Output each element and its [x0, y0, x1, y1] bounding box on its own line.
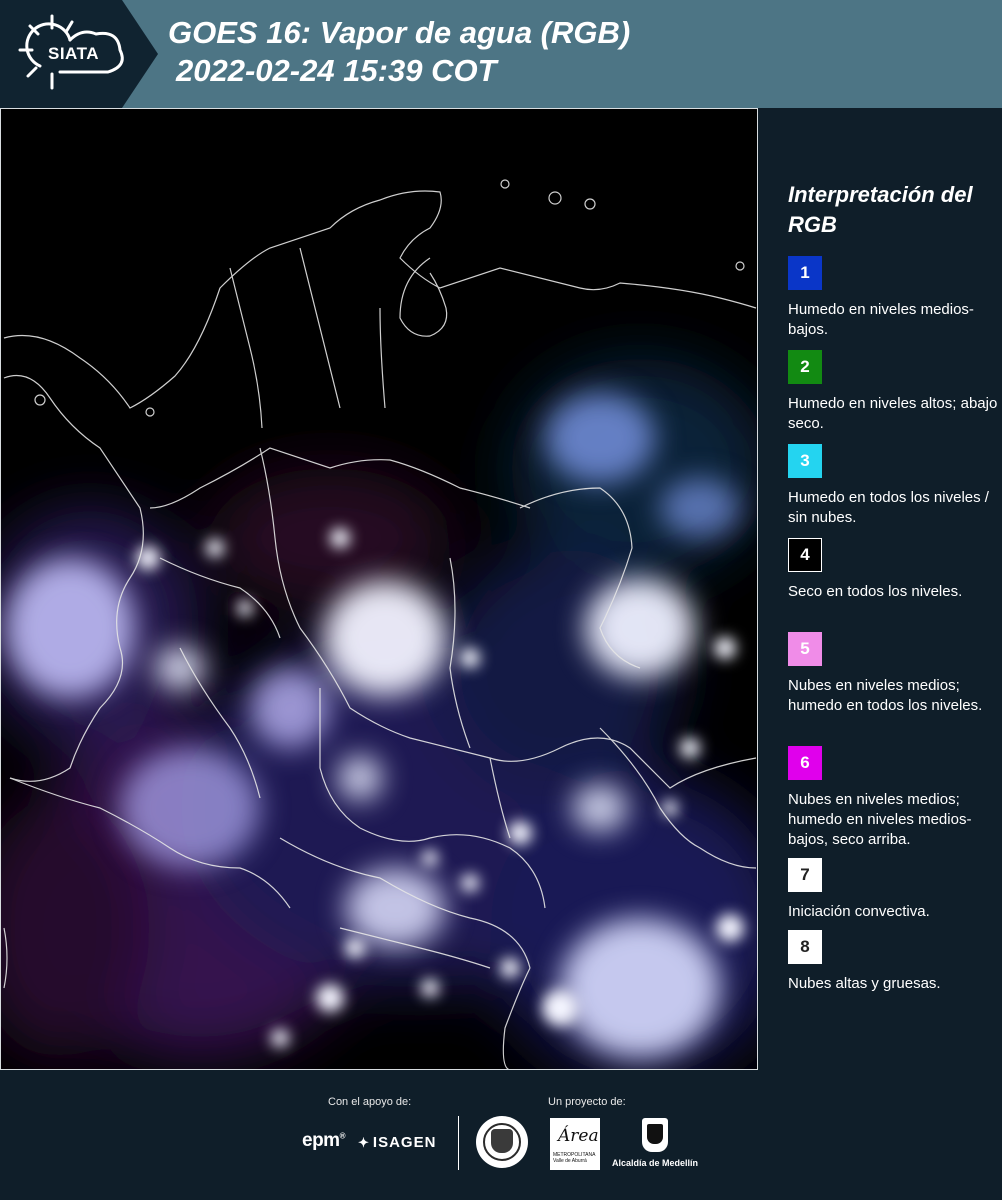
legend-description-1: Humedo en niveles medios-bajos.: [788, 301, 974, 338]
legend-description-6: Nubes en niveles medios; humedo en nivel…: [788, 791, 972, 848]
footer: Con el apoyo de: Un proyecto de: epm® ✦ I…: [0, 1070, 1002, 1200]
footer-divider: [458, 1116, 459, 1170]
header: SIATA GOES 16: Vapor de agua (RGB) 2022-…: [0, 0, 1002, 108]
area-metropolitana-logo: Área METROPOLITANA Valle de Aburrá: [550, 1118, 600, 1170]
legend-item-8: 8 Nubes altas y gruesas.: [788, 930, 998, 994]
medellin-seal-logo: [476, 1116, 528, 1168]
legend-item-5: 5 Nubes en niveles medios; humedo en tod…: [788, 632, 998, 716]
legend-description-8: Nubes altas y gruesas.: [788, 975, 941, 992]
epm-logo: epm®: [302, 1130, 346, 1151]
siata-logo-text: SIATA: [48, 44, 99, 63]
legend-description-5: Nubes en niveles medios; humedo en todos…: [788, 677, 983, 714]
legend-description-3: Humedo en todos los niveles / sin nubes.: [788, 489, 989, 526]
isagen-mark-icon: ✦: [358, 1135, 370, 1150]
legend-item-6: 6 Nubes en niveles medios; humedo en niv…: [788, 746, 998, 850]
page-title: GOES 16: Vapor de agua (RGB): [168, 15, 631, 50]
legend-description-4: Seco en todos los niveles.: [788, 583, 963, 600]
legend-swatch-3: 3: [788, 444, 822, 478]
alcaldia-logo-text: Alcaldía de Medellín: [612, 1158, 699, 1168]
legend-swatch-7: 7: [788, 858, 822, 892]
rgb-legend: Interpretación del RGB 1 Humedo en nivel…: [760, 108, 1002, 1070]
legend-description-7: Iniciación convectiva.: [788, 903, 930, 920]
legend-title: Interpretación del RGB: [788, 182, 973, 237]
siata-sun-logo: SIATA: [0, 0, 160, 108]
legend-item-3: 3 Humedo en todos los niveles / sin nube…: [788, 444, 998, 528]
legend-description-2: Humedo en niveles altos; abajo seco.: [788, 395, 998, 432]
legend-item-4: 4 Seco en todos los niveles.: [788, 538, 998, 602]
support-label: Con el apoyo de:: [328, 1096, 412, 1108]
legend-swatch-4: 4: [788, 538, 822, 572]
legend-swatch-1: 1: [788, 256, 822, 290]
legend-swatch-2: 2: [788, 350, 822, 384]
project-label: Un proyecto de:: [548, 1096, 626, 1108]
satellite-image: [0, 108, 758, 1070]
legend-swatch-6: 6: [788, 746, 822, 780]
legend-swatch-5: 5: [788, 632, 822, 666]
page-timestamp: 2022-02-24 15:39 COT: [176, 53, 497, 88]
legend-swatch-8: 8: [788, 930, 822, 964]
legend-item-1: 1 Humedo en niveles medios-bajos.: [788, 256, 998, 340]
legend-item-7: 7 Iniciación convectiva.: [788, 858, 998, 922]
alcaldia-emblem-logo: [642, 1118, 668, 1152]
isagen-logo: ✦ ISAGEN: [358, 1134, 437, 1151]
legend-item-2: 2 Humedo en niveles altos; abajo seco.: [788, 350, 998, 434]
